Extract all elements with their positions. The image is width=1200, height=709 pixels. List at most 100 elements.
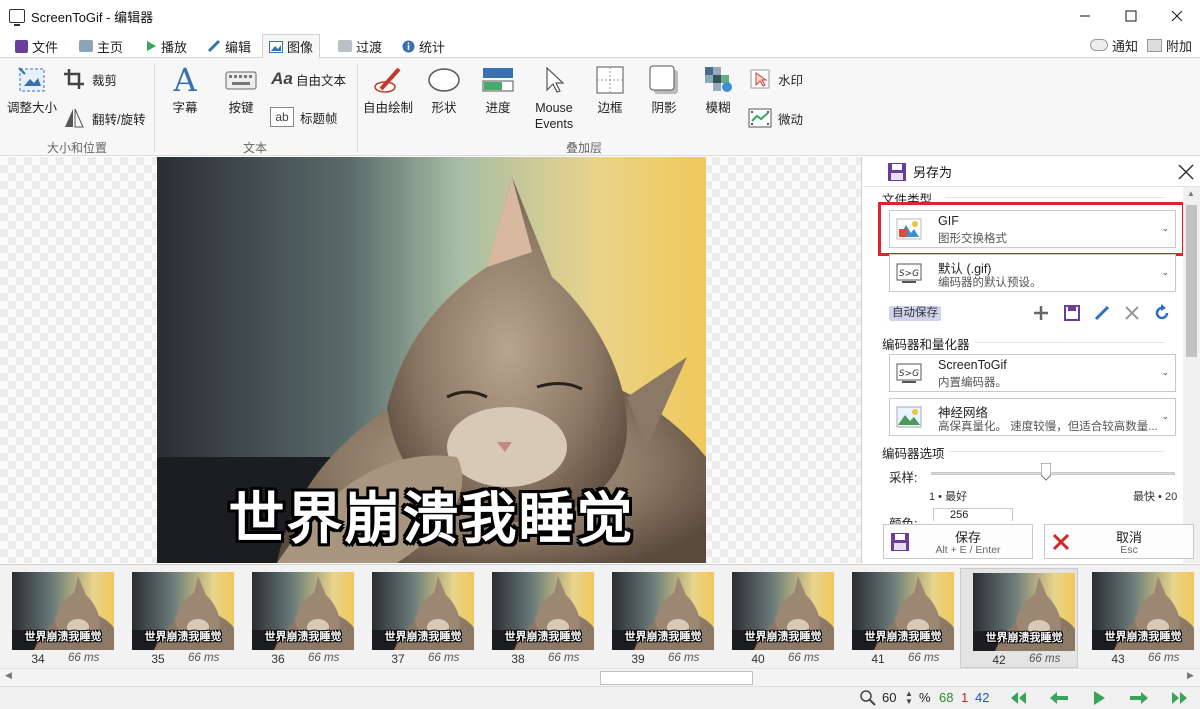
free-text-button[interactable]: Aa 自由文本 — [270, 68, 346, 90]
section-divider — [945, 197, 1165, 198]
resize-icon — [15, 64, 49, 96]
zoom-value[interactable]: 60 — [882, 690, 896, 705]
tab-home[interactable]: 主页 — [73, 34, 129, 58]
tab-edit[interactable]: 编辑 — [201, 34, 257, 58]
minimize-button[interactable] — [1062, 0, 1108, 32]
tab-transitions[interactable]: 过渡 — [332, 34, 388, 58]
canvas-area[interactable]: 世界崩溃我睡觉 — [0, 157, 862, 563]
app-icon — [9, 9, 25, 26]
edit-icon[interactable] — [1092, 303, 1112, 323]
info-icon — [402, 40, 415, 52]
next-frame-icon[interactable] — [1128, 690, 1150, 706]
save-button[interactable]: 保存 Alt + E / Enter — [883, 524, 1033, 559]
font-icon: Aa — [271, 69, 293, 88]
keystrokes-button[interactable]: 按键 — [216, 64, 266, 116]
extras-icon — [1147, 38, 1162, 52]
scroll-right-icon[interactable]: ▶ — [1187, 670, 1194, 681]
frame-delay: 66 ms — [308, 652, 340, 664]
encoder-dropdown[interactable]: S>G ScreenToGif 内置编码器。 ⌄ — [889, 354, 1176, 392]
timeline-scroll-thumb[interactable] — [600, 671, 753, 685]
save-preset-icon[interactable] — [1062, 303, 1082, 323]
frame-thumbnail[interactable]: 世界崩溃我睡觉 38 66 ms — [480, 568, 598, 668]
frame-number: 34 — [31, 652, 45, 666]
quantizer-desc: 高保真量化。 速度较慢，但适合较高数量... — [938, 421, 1158, 433]
save-as-panel: 另存为 文件类型 GIF 图形交换格式 ⌄ S>G 默认 (.gif) 编码器的… — [863, 157, 1200, 563]
panel-scrollbar[interactable]: ▲ ▼ — [1183, 187, 1200, 563]
subtitle-button[interactable]: A 字幕 — [160, 64, 210, 116]
frame-thumbnail[interactable]: 世界崩溃我睡觉 35 66 ms — [120, 568, 238, 668]
free-drawing-button[interactable]: 自由绘制 — [360, 64, 416, 116]
add-icon[interactable] — [1031, 303, 1051, 323]
cancel-button[interactable]: 取消 Esc — [1044, 524, 1194, 559]
frame-thumbnail[interactable]: 世界崩溃我睡觉 37 66 ms — [360, 568, 478, 668]
cinemagraph-label: 微动 — [778, 112, 804, 127]
brush-icon — [371, 64, 405, 96]
frame-timeline[interactable]: 世界崩溃我睡觉 34 66 ms 世界崩溃我睡觉 35 66 ms 世界崩溃我睡觉 36 66 … — [0, 564, 1200, 668]
sampling-max-label: 最快 • 20 — [1133, 491, 1178, 503]
tab-image[interactable]: 图像 — [262, 34, 321, 59]
frame-thumbnail[interactable]: 世界崩溃我睡觉 43 66 ms — [1080, 568, 1198, 668]
sampling-min-label: 1 • 最好 — [929, 491, 968, 503]
crop-label: 裁剪 — [92, 73, 118, 88]
last-frame-icon[interactable] — [1168, 690, 1190, 706]
pencil-icon — [207, 39, 221, 53]
mouse-events-button[interactable]: Mouse Events — [526, 64, 582, 132]
tab-playback[interactable]: 播放 — [139, 34, 193, 58]
obfuscate-button[interactable]: 模糊 — [694, 64, 742, 116]
frame-number: 43 — [1111, 652, 1125, 666]
status-bar: 60 ▲ ▼ % 68 1 42 — [0, 686, 1200, 709]
flip-rotate-button[interactable]: 翻转/旋转 — [62, 107, 145, 129]
resize-button[interactable]: 调整大小 — [4, 64, 60, 116]
play-icon — [147, 41, 156, 51]
frame-thumbnail[interactable]: 世界崩溃我睡觉 41 66 ms — [840, 568, 958, 668]
frame-thumbnail[interactable]: 世界崩溃我睡觉 40 66 ms — [720, 568, 838, 668]
zoom-stepper-icon[interactable]: ▲ ▼ — [905, 690, 913, 706]
sampling-slider-thumb[interactable] — [1041, 463, 1051, 481]
close-window-button[interactable] — [1154, 0, 1200, 32]
tab-playback-label: 播放 — [161, 39, 188, 55]
timeline-scrollbar[interactable]: ◀ ▶ — [0, 668, 1200, 686]
delete-icon[interactable] — [1122, 303, 1142, 323]
crop-button[interactable]: 裁剪 — [62, 68, 117, 90]
notifications-button[interactable]: 通知 — [1090, 34, 1138, 56]
colors-input[interactable]: 256 — [933, 508, 1013, 521]
frame-thumbnail[interactable]: 世界崩溃我睡觉 34 66 ms — [0, 568, 118, 668]
maximize-button[interactable] — [1108, 0, 1154, 32]
home-icon — [79, 40, 93, 52]
scroll-up-icon[interactable]: ▲ — [1187, 189, 1195, 198]
mouse-events-label-2: Events — [534, 117, 574, 131]
autosave-badge[interactable]: 自动保存 — [889, 306, 941, 321]
close-panel-icon[interactable] — [1176, 162, 1196, 182]
shapes-button[interactable]: 形状 — [420, 64, 468, 116]
cinemagraph-button[interactable]: 微动 — [748, 107, 803, 129]
reset-icon[interactable] — [1152, 303, 1172, 323]
image-icon — [269, 40, 283, 53]
shadow-icon — [647, 64, 681, 96]
watermark-button[interactable]: 水印 — [748, 68, 803, 90]
frame-delay: 66 ms — [188, 652, 220, 664]
quantizer-dropdown[interactable]: 神经网络 高保真量化。 速度较慢，但适合较高数量... ⌄ — [889, 398, 1176, 436]
border-button[interactable]: 边框 — [586, 64, 634, 116]
scrollbar-thumb[interactable] — [1186, 205, 1197, 357]
frame-delay: 66 ms — [548, 652, 580, 664]
tab-statistics[interactable]: 统计 — [396, 34, 451, 58]
frame-thumbnail[interactable]: 世界崩溃我睡觉 36 66 ms — [240, 568, 358, 668]
shadow-button[interactable]: 阴影 — [640, 64, 688, 116]
title-frame-icon: ab — [270, 107, 294, 127]
preset-dropdown[interactable]: S>G 默认 (.gif) 编码器的默认预设。 ⌄ — [889, 254, 1176, 292]
first-frame-icon[interactable] — [1008, 690, 1030, 706]
scroll-left-icon[interactable]: ◀ — [5, 670, 12, 681]
title-frame-button[interactable]: ab 标题帧 — [270, 107, 338, 127]
extras-label: 附加 — [1166, 38, 1193, 54]
sampling-slider-track[interactable] — [931, 472, 1175, 475]
zoom-icon — [860, 690, 876, 706]
shapes-label: 形状 — [431, 101, 457, 115]
previous-frame-icon[interactable] — [1048, 690, 1070, 706]
minimize-icon — [1080, 15, 1090, 17]
play-icon[interactable] — [1088, 690, 1110, 706]
extras-button[interactable]: 附加 — [1147, 34, 1192, 56]
frame-thumbnail[interactable]: 世界崩溃我睡觉 39 66 ms — [600, 568, 718, 668]
progress-button[interactable]: 进度 — [474, 64, 522, 116]
frame-thumbnail[interactable]: 世界崩溃我睡觉 42 66 ms — [960, 568, 1078, 668]
tab-file[interactable]: 文件 — [9, 34, 64, 58]
